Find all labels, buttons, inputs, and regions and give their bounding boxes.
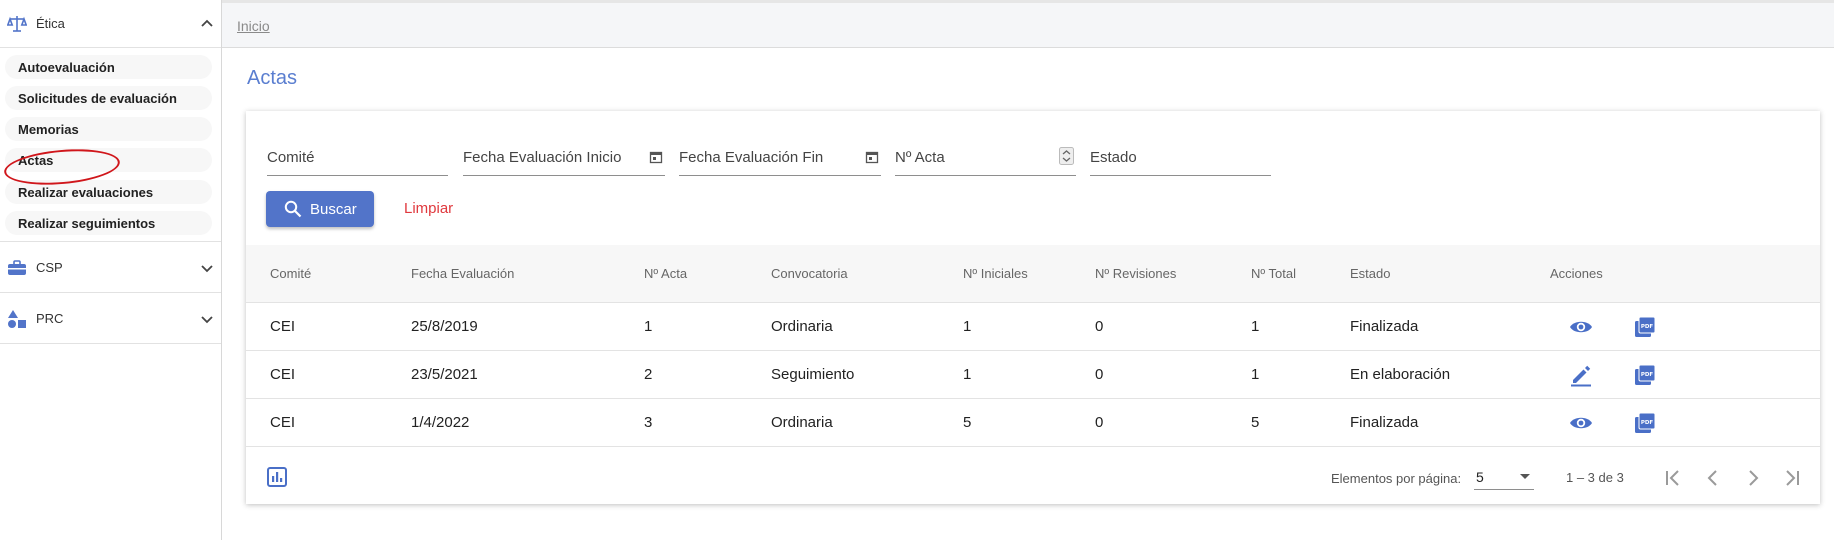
shapes-icon: [6, 308, 28, 330]
table-header: Comité Fecha Evaluación Nº Acta Convocat…: [246, 245, 1820, 303]
previous-page-icon[interactable]: [1700, 465, 1726, 491]
sidebar-item-realizar-seguimientos[interactable]: Realizar seguimientos: [5, 211, 212, 235]
cell-total: 1: [1251, 318, 1260, 335]
sidebar-item-actas[interactable]: Actas: [5, 148, 212, 172]
next-page-icon[interactable]: [1740, 465, 1766, 491]
column-header-comite[interactable]: Comité: [270, 266, 311, 281]
first-page-icon[interactable]: [1660, 465, 1686, 491]
top-bar: Inicio: [222, 0, 1834, 48]
cell-revisiones: 0: [1095, 366, 1104, 383]
actas-card: Comité Fecha Evaluación Inicio Fecha Eva…: [246, 111, 1820, 504]
sidebar-section-label: CSP: [36, 260, 63, 275]
column-header-iniciales[interactable]: Nº Iniciales: [963, 266, 1028, 281]
cell-revisiones: 0: [1095, 318, 1104, 335]
cell-estado: En elaboración: [1350, 366, 1451, 383]
fecha-inicio-placeholder: Fecha Evaluación Inicio: [463, 149, 622, 166]
column-header-fecha[interactable]: Fecha Evaluación: [411, 266, 514, 281]
column-header-acta[interactable]: Nº Acta: [644, 266, 687, 281]
num-acta-field[interactable]: Nº Acta: [895, 138, 1076, 176]
page-size-value: 5: [1476, 469, 1484, 485]
column-header-convocatoria[interactable]: Convocatoria: [771, 266, 848, 281]
cell-comite: CEI: [270, 366, 296, 383]
eye-icon[interactable]: [1569, 315, 1593, 339]
page-size-select[interactable]: 5: [1474, 466, 1534, 490]
sidebar-item-memorias[interactable]: Memorias: [5, 117, 212, 141]
dropdown-arrow-icon: [1520, 474, 1530, 479]
cell-fecha: 1/4/2022: [411, 414, 470, 431]
chart-stats-icon[interactable]: [266, 466, 288, 488]
estado-field[interactable]: Estado: [1090, 138, 1271, 176]
column-header-estado[interactable]: Estado: [1350, 266, 1390, 281]
cell-estado: Finalizada: [1350, 414, 1419, 431]
cell-convocatoria: Seguimiento: [771, 366, 855, 383]
estado-placeholder: Estado: [1090, 149, 1137, 166]
number-stepper-icon[interactable]: [1059, 147, 1074, 165]
cell-convocatoria: Ordinaria: [771, 318, 833, 335]
search-icon: [284, 200, 302, 218]
sidebar-item-solicitudes[interactable]: Solicitudes de evaluación: [5, 86, 212, 110]
svg-text:PDF: PDF: [1641, 372, 1654, 378]
cell-acta: 1: [644, 318, 653, 335]
fecha-fin-field[interactable]: Fecha Evaluación Fin: [679, 138, 881, 176]
cell-iniciales: 5: [963, 414, 972, 431]
pdf-icon[interactable]: PDF: [1633, 315, 1657, 339]
num-acta-placeholder: Nº Acta: [895, 149, 945, 166]
table-row: CEI 25/8/2019 1 Ordinaria 1 0 1 Finaliza…: [246, 303, 1820, 351]
fecha-inicio-field[interactable]: Fecha Evaluación Inicio: [463, 138, 665, 176]
sidebar-section-etica[interactable]: Ética: [0, 0, 221, 48]
column-header-total[interactable]: Nº Total: [1251, 266, 1296, 281]
last-page-icon[interactable]: [1779, 465, 1805, 491]
breadcrumb-inicio[interactable]: Inicio: [237, 18, 270, 34]
cell-acta: 2: [644, 366, 653, 383]
eye-icon[interactable]: [1569, 411, 1593, 435]
sidebar-section-prc[interactable]: PRC: [0, 294, 221, 344]
sidebar-sublist-etica: Autoevaluación Solicitudes de evaluación…: [0, 50, 221, 242]
pdf-icon[interactable]: PDF: [1633, 363, 1657, 387]
cell-fecha: 23/5/2021: [411, 366, 478, 383]
chevron-down-icon[interactable]: [199, 311, 215, 327]
cell-iniciales: 1: [963, 366, 972, 383]
sidebar-section-csp[interactable]: CSP: [0, 243, 221, 293]
sidebar-item-autoevaluacion[interactable]: Autoevaluación: [5, 55, 212, 79]
calendar-icon[interactable]: [865, 150, 879, 164]
comite-field[interactable]: Comité: [267, 138, 448, 176]
comite-placeholder: Comité: [267, 149, 315, 166]
cell-estado: Finalizada: [1350, 318, 1419, 335]
sidebar-item-realizar-evaluaciones[interactable]: Realizar evaluaciones: [5, 180, 212, 204]
scales-icon: [6, 13, 28, 35]
search-button[interactable]: Buscar: [266, 191, 374, 227]
calendar-icon[interactable]: [649, 150, 663, 164]
pdf-icon[interactable]: PDF: [1633, 411, 1657, 435]
svg-text:PDF: PDF: [1641, 324, 1654, 330]
cell-total: 5: [1251, 414, 1260, 431]
cell-comite: CEI: [270, 318, 296, 335]
cell-total: 1: [1251, 366, 1260, 383]
sidebar-section-label: Ética: [36, 16, 65, 31]
table-row: CEI 23/5/2021 2 Seguimiento 1 0 1 En ela…: [246, 351, 1820, 399]
column-header-acciones: Acciones: [1550, 266, 1603, 281]
page-title: Actas: [247, 67, 298, 89]
search-button-label: Buscar: [310, 200, 357, 218]
cell-revisiones: 0: [1095, 414, 1104, 431]
cell-convocatoria: Ordinaria: [771, 414, 833, 431]
cell-acta: 3: [644, 414, 653, 431]
clear-button[interactable]: Limpiar: [404, 200, 453, 217]
chevron-down-icon[interactable]: [199, 260, 215, 276]
cell-iniciales: 1: [963, 318, 972, 335]
sidebar-section-label: PRC: [36, 311, 64, 326]
chevron-up-icon[interactable]: [199, 16, 215, 32]
svg-text:PDF: PDF: [1641, 420, 1654, 426]
briefcase-icon: [6, 257, 28, 279]
sidebar: Ética Autoevaluación Solicitudes de eval…: [0, 0, 222, 540]
cell-comite: CEI: [270, 414, 296, 431]
cell-fecha: 25/8/2019: [411, 318, 478, 335]
table-row: CEI 1/4/2022 3 Ordinaria 5 0 5 Finalizad…: [246, 399, 1820, 447]
edit-pencil-icon[interactable]: [1569, 363, 1593, 387]
column-header-revisiones[interactable]: Nº Revisiones: [1095, 266, 1176, 281]
page-range-label: 1 – 3 de 3: [1566, 470, 1624, 485]
items-per-page-label: Elementos por página:: [1331, 471, 1462, 486]
fecha-fin-placeholder: Fecha Evaluación Fin: [679, 149, 824, 166]
